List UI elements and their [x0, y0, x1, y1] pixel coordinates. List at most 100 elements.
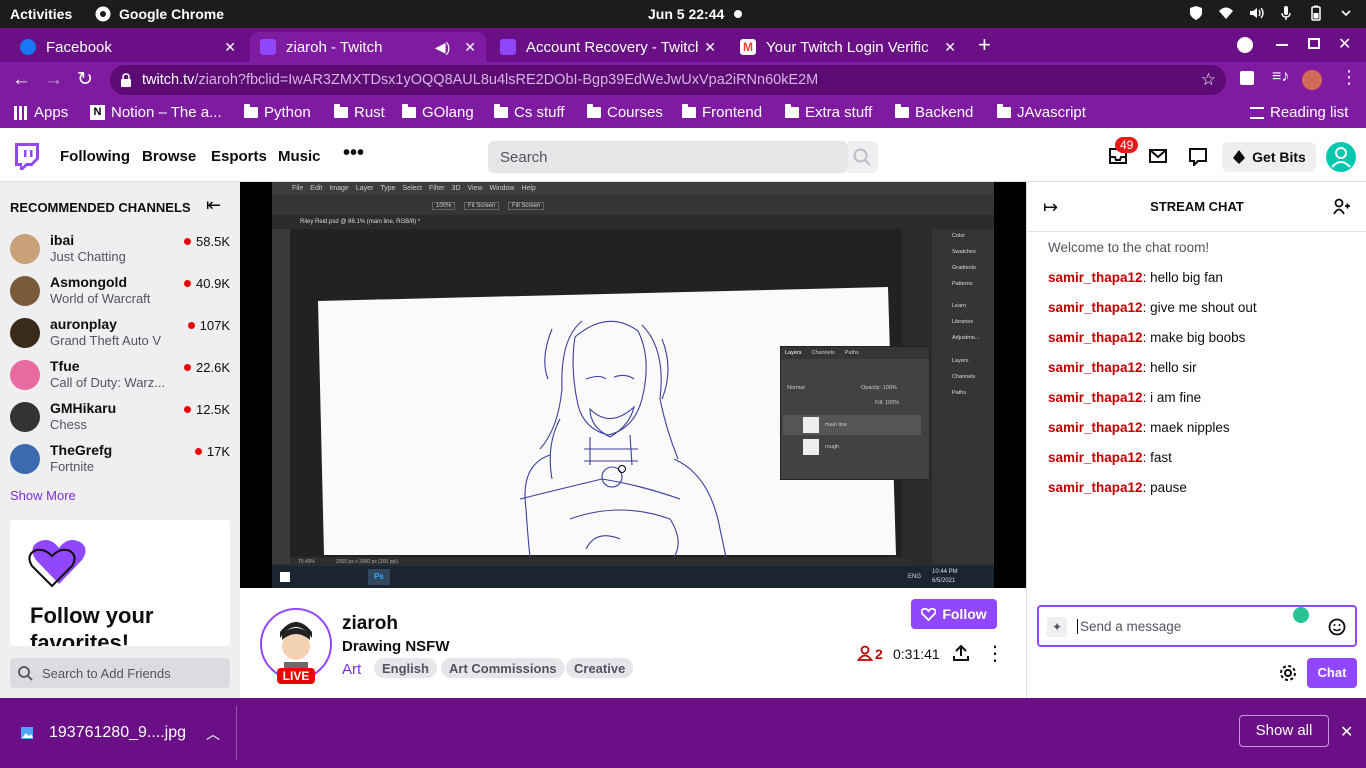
close-icon[interactable]: ✕ [944, 39, 956, 56]
chat-send-button[interactable]: Chat [1307, 658, 1357, 688]
chat-username[interactable]: samir_thapa12 [1048, 450, 1143, 465]
channel-item-asmongold[interactable]: Asmongold World of Warcraft 40.9K [10, 274, 232, 314]
show-more-link[interactable]: Show More [10, 488, 76, 503]
channel-item-thegrefg[interactable]: TheGrefg Fortnite 17K [10, 442, 232, 482]
channel-item-gmhikaru[interactable]: GMHikaru Chess 12.5K [10, 400, 232, 440]
twitch-logo-icon[interactable] [13, 143, 39, 171]
chevron-up-icon[interactable]: ︿ [206, 724, 220, 744]
bookmark-label: GOlang [422, 104, 474, 121]
bookmark-rust[interactable]: Rust [334, 104, 385, 121]
chat-text: : i am fine [1142, 390, 1202, 405]
ps-menu-item: 3D [451, 185, 461, 192]
chat-username[interactable]: samir_thapa12 [1048, 420, 1143, 435]
bookmark-backend[interactable]: Backend [895, 104, 973, 121]
bookmark-javascript[interactable]: JAvascript [997, 104, 1086, 121]
download-item[interactable]: 193761280_9....jpg ︿ [0, 698, 237, 768]
star-icon[interactable]: ☆ [1201, 70, 1216, 90]
forward-arrow-icon[interactable]: → [44, 69, 63, 91]
collapse-sidebar-icon[interactable]: ⇤ [206, 195, 221, 216]
tab-facebook[interactable]: Facebook ✕ [10, 32, 246, 62]
share-icon[interactable] [952, 644, 970, 662]
chat-bubble-icon[interactable] [1189, 148, 1207, 166]
chat-username[interactable]: samir_thapa12 [1048, 390, 1143, 405]
reload-icon[interactable]: ↻ [77, 68, 93, 91]
close-downloads-icon[interactable]: ✕ [1340, 722, 1353, 742]
more-options-icon[interactable]: ••• [343, 142, 364, 165]
search-friends-input[interactable]: Search to Add Friends [10, 658, 230, 688]
ps-opacity: Opacity: 100% [861, 385, 897, 391]
system-tray[interactable] [1188, 5, 1354, 21]
profile-avatar[interactable] [1302, 70, 1322, 90]
nav-music[interactable]: Music [278, 148, 321, 165]
window-close-icon[interactable]: ✕ [1338, 34, 1351, 54]
nav-following[interactable]: Following [60, 148, 130, 165]
app-menu[interactable]: Google Chrome [95, 6, 224, 22]
tab-ziaroh-twitch[interactable]: ziaroh - Twitch ◀) ✕ [250, 32, 486, 62]
address-bar[interactable]: twitch.tv/ziaroh?fbclid=IwAR3ZMXTDsx1yOQ… [110, 65, 1226, 95]
search-input[interactable]: Search [488, 141, 848, 173]
nav-browse[interactable]: Browse [142, 148, 196, 165]
bookmark-python[interactable]: Python [244, 104, 311, 121]
minimize-icon[interactable] [1276, 44, 1288, 46]
community-icon[interactable] [1333, 198, 1351, 216]
whispers-mail-icon[interactable] [1149, 149, 1167, 163]
chat-username[interactable]: samir_thapa12 [1048, 480, 1143, 495]
get-bits-button[interactable]: Get Bits [1222, 142, 1316, 172]
sparkle-icon[interactable]: ✦ [1047, 617, 1067, 637]
ps-menu-item: Select [402, 185, 422, 192]
chat-username[interactable]: samir_thapa12 [1048, 360, 1143, 375]
more-options-icon[interactable]: ⋮ [985, 641, 1005, 666]
speaker-icon[interactable]: ◀) [435, 39, 450, 56]
bookmark-cs-stuff[interactable]: Cs stuff [494, 104, 565, 121]
follow-button[interactable]: Follow [911, 599, 997, 629]
emote-icon[interactable] [1328, 618, 1346, 636]
chat-text: : maek nipples [1142, 420, 1230, 435]
settings-gear-icon[interactable] [1279, 664, 1297, 682]
extensions-icon[interactable] [1240, 71, 1254, 85]
search-button[interactable] [848, 141, 878, 173]
reading-list-button[interactable]: Reading list [1250, 104, 1348, 121]
show-all-button[interactable]: Show all [1239, 715, 1329, 747]
new-tab-button[interactable]: + [978, 32, 991, 58]
back-arrow-icon[interactable]: ← [12, 69, 31, 91]
chat-input[interactable]: ✦ Send a message [1037, 605, 1357, 647]
notion-icon: N [90, 105, 105, 120]
tab-gmail-verification[interactable]: M Your Twitch Login Verific ✕ [730, 32, 966, 62]
tag-english[interactable]: English [374, 658, 437, 678]
nav-esports[interactable]: Esports [211, 148, 267, 165]
channel-name[interactable]: ziaroh [342, 613, 398, 635]
shield-icon [1190, 6, 1202, 20]
bookmark-golang[interactable]: GOlang [402, 104, 474, 121]
grammarly-icon[interactable] [1293, 607, 1309, 623]
activities-button[interactable]: Activities [10, 6, 72, 22]
chat-username[interactable]: samir_thapa12 [1048, 330, 1143, 345]
bookmark-apps[interactable]: Apps [14, 104, 68, 121]
chat-username[interactable]: samir_thapa12 [1048, 300, 1143, 315]
gmail-favicon-icon: M [740, 39, 756, 55]
channel-item-tfue[interactable]: Tfue Call of Duty: Warz... 22.6K [10, 358, 232, 398]
clock[interactable]: Jun 5 22:44 [648, 6, 724, 22]
ps-menu-item: Layer [355, 185, 374, 192]
media-control-icon[interactable]: ≡♪ [1272, 68, 1289, 86]
category-link[interactable]: Art [342, 661, 361, 678]
tab-account-recovery[interactable]: Account Recovery - Twitch ✕ [490, 32, 726, 62]
bookmark-courses[interactable]: Courses [587, 104, 663, 121]
folder-icon [895, 104, 909, 118]
channel-item-auronplay[interactable]: auronplay Grand Theft Auto V 107K [10, 316, 232, 356]
tag-creative[interactable]: Creative [566, 658, 634, 678]
close-icon[interactable]: ✕ [464, 39, 476, 56]
user-avatar[interactable] [1326, 142, 1356, 172]
maximize-icon[interactable] [1308, 38, 1320, 49]
follow-label: Follow [942, 606, 987, 622]
tab-search-icon[interactable] [1237, 37, 1253, 53]
chat-username[interactable]: samir_thapa12 [1048, 270, 1143, 285]
close-icon[interactable]: ✕ [704, 39, 716, 56]
tag-art-commissions[interactable]: Art Commissions [441, 658, 565, 678]
close-icon[interactable]: ✕ [224, 39, 236, 56]
channel-item-ibai[interactable]: ibai Just Chatting 58.5K [10, 232, 232, 272]
bookmark-frontend[interactable]: Frontend [682, 104, 762, 121]
bookmark-extra-stuff[interactable]: Extra stuff [785, 104, 872, 121]
chrome-menu-icon[interactable]: ⋮ [1340, 67, 1358, 88]
bookmark-notion[interactable]: N Notion – The a... [90, 104, 222, 121]
viewer-count-text: 17K [206, 444, 230, 459]
